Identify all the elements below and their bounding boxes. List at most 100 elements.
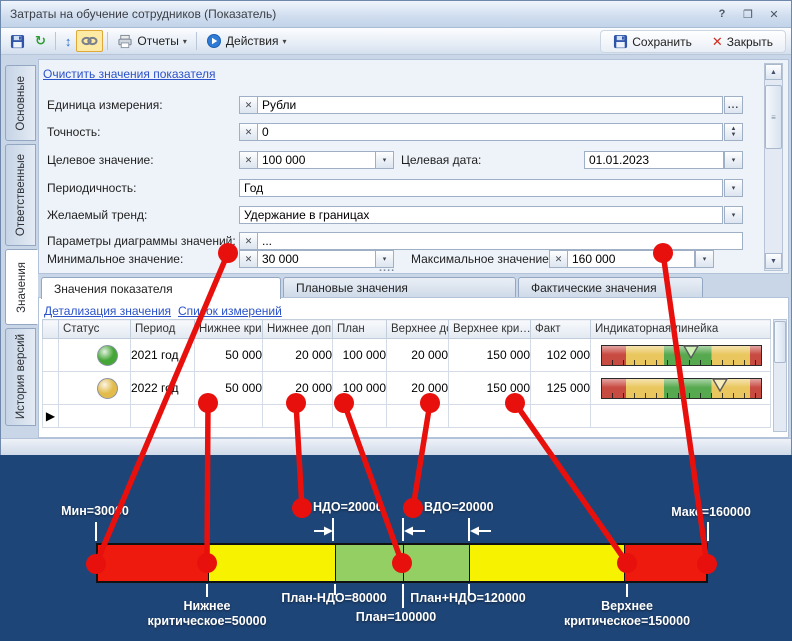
scroll-down-button[interactable]: ▼ [765, 253, 782, 269]
min-label: Минимальное значение: [47, 252, 183, 266]
splitter-grip[interactable]: .... [379, 262, 395, 274]
close-form-button[interactable]: ✕ Закрыть [709, 31, 776, 53]
table-row-2021[interactable]: 2021 год 50 000 20 000 100 000 20 000 15… [43, 339, 771, 372]
toolbar: ↻ ↕ Отчеты ▾ Действия ▾ [1, 28, 791, 55]
diagram-plan-plus-label: План+НДО=120000 [398, 591, 538, 606]
scrollbar-thumb[interactable]: ≡ [765, 85, 782, 149]
link-button[interactable] [76, 30, 103, 52]
max-dropdown-button[interactable]: ▾ [695, 250, 714, 268]
max-clear-button[interactable]: ✕ [549, 250, 568, 268]
unit-field[interactable]: Рубли [257, 96, 723, 114]
clear-values-link[interactable]: Очистить значения показателя [43, 67, 215, 81]
sidebar-tab-osnovnye[interactable]: Основные [5, 65, 36, 141]
app-window: Затраты на обучение сотрудников (Показат… [0, 0, 792, 456]
chevron-down-icon: ▾ [282, 37, 286, 46]
tab-fact-values[interactable]: Фактические значения [518, 277, 703, 298]
maximize-button[interactable]: ❐ [739, 6, 757, 22]
statusbar [1, 438, 791, 456]
min-field[interactable]: 30 000 [257, 250, 376, 268]
reports-label: Отчеты [137, 34, 178, 48]
table-row-new[interactable]: ▶ [43, 405, 771, 428]
tab-plan-values[interactable]: Плановые значения [283, 277, 516, 298]
actions-icon [206, 33, 222, 49]
chevron-down-icon: ▾ [183, 37, 187, 46]
ruler-marker-icon [712, 378, 728, 392]
toolbar-separator [196, 32, 197, 50]
scale-segment-green-right [403, 545, 469, 581]
screen: Затраты на обучение сотрудников (Показат… [0, 0, 792, 641]
table-row-2022[interactable]: 2022 год 50 000 20 000 100 000 20 000 15… [43, 372, 771, 405]
unit-select-button[interactable]: ... [724, 96, 743, 114]
tab-values[interactable]: Значения показателя [41, 277, 281, 299]
periodicity-dropdown-button[interactable]: ▾ [724, 179, 743, 197]
status-icon [97, 345, 118, 366]
unit-label: Единица измерения: [47, 98, 163, 112]
target-dropdown-button[interactable]: ▾ [375, 151, 394, 169]
sidebar-tab-istoriya-versiy[interactable]: История версий [5, 328, 36, 426]
close-x-icon: ✕ [712, 34, 723, 50]
periodicity-label: Периодичность: [47, 181, 136, 195]
periodicity-field[interactable]: Год [239, 179, 723, 197]
current-row-marker: ▶ [43, 405, 59, 428]
window-title: Затраты на обучение сотрудников (Показат… [1, 7, 276, 21]
diagram-vdo-label: ВДО=20000 [424, 500, 494, 515]
precision-clear-button[interactable]: ✕ [239, 123, 258, 141]
max-field[interactable]: 160 000 [567, 250, 695, 268]
diagram-plan-label: План=100000 [336, 610, 456, 625]
min-clear-button[interactable]: ✕ [239, 250, 258, 268]
refresh-icon: ↻ [35, 33, 46, 49]
actions-button[interactable]: Действия ▾ [201, 30, 292, 52]
diagram-params-label: Параметры диаграммы значений: [47, 234, 236, 248]
scale-segment-yellow-high [469, 545, 624, 581]
detail-link[interactable]: Детализация значения [44, 304, 171, 318]
trend-dropdown-button[interactable]: ▾ [724, 206, 743, 224]
floppy-icon [10, 34, 25, 49]
actions-label: Действия [226, 34, 279, 48]
updown-arrows-icon: ↕ [65, 34, 72, 49]
toolbar-separator [55, 32, 56, 50]
table-scrollbar-thumb[interactable] [774, 321, 786, 363]
diagram-params-clear-button[interactable]: ✕ [239, 232, 258, 250]
target-clear-button[interactable]: ✕ [239, 151, 258, 169]
close-label: Закрыть [727, 35, 773, 49]
scale-segment-green-left [335, 545, 403, 581]
sidebar-tab-znacheniya[interactable]: Значения [5, 249, 38, 325]
save-button[interactable] [5, 30, 30, 52]
table-header-row: Статус Период Нижнее кри… Нижнее доп… Пл… [43, 320, 771, 339]
ruler-marker-icon [683, 345, 699, 359]
target-field[interactable]: 100 000 [257, 151, 376, 169]
scroll-up-button[interactable]: ▲ [765, 64, 782, 80]
max-label: Максимальное значение: [411, 252, 552, 266]
toolbar-right-group: Сохранить ✕ Закрыть [600, 30, 786, 53]
dimensions-link[interactable]: Список измерений [178, 304, 282, 318]
refresh-button[interactable]: ↻ [30, 30, 51, 52]
precision-spinner[interactable]: ▲▼ [724, 123, 743, 141]
scale-segment-yellow-low [208, 545, 335, 581]
diagram-ndo-label: НДО=20000 [313, 500, 383, 515]
precision-label: Точность: [47, 125, 100, 139]
fit-rows-button[interactable]: ↕ [60, 30, 77, 52]
target-date-field[interactable]: 01.01.2023 [584, 151, 724, 169]
sidebar-tab-otvetstvennye[interactable]: Ответственные [5, 144, 36, 246]
trend-label: Желаемый тренд: [47, 208, 147, 222]
table-scrollbar[interactable] [773, 319, 787, 432]
unit-clear-button[interactable]: ✕ [239, 96, 258, 114]
values-table: Статус Период Нижнее кри… Нижнее доп… Пл… [42, 319, 771, 428]
help-button[interactable]: ? [713, 6, 731, 22]
diagram-params-field[interactable]: ... [257, 232, 743, 250]
toolbar-separator [107, 32, 108, 50]
diagram-scale-bar [96, 543, 708, 583]
titlebar: Затраты на обучение сотрудников (Показат… [1, 1, 791, 28]
trend-field[interactable]: Удержание в границах [239, 206, 723, 224]
diagram-max-label: Макс=160000 [655, 505, 767, 520]
floppy-icon [613, 34, 628, 49]
scale-segment-red-low [98, 545, 208, 581]
target-date-dropdown-button[interactable]: ▾ [724, 151, 743, 169]
precision-field[interactable]: 0 [257, 123, 723, 141]
save-and-stay-button[interactable]: Сохранить [610, 31, 695, 53]
printer-icon [117, 34, 133, 49]
diagram-plan-minus-label: План-НДО=80000 [264, 591, 404, 606]
window-close-button[interactable]: ✕ [765, 6, 783, 22]
reports-button[interactable]: Отчеты ▾ [112, 30, 192, 52]
diagram-upper-critical-label: Верхнее критическое=150000 [550, 599, 704, 629]
